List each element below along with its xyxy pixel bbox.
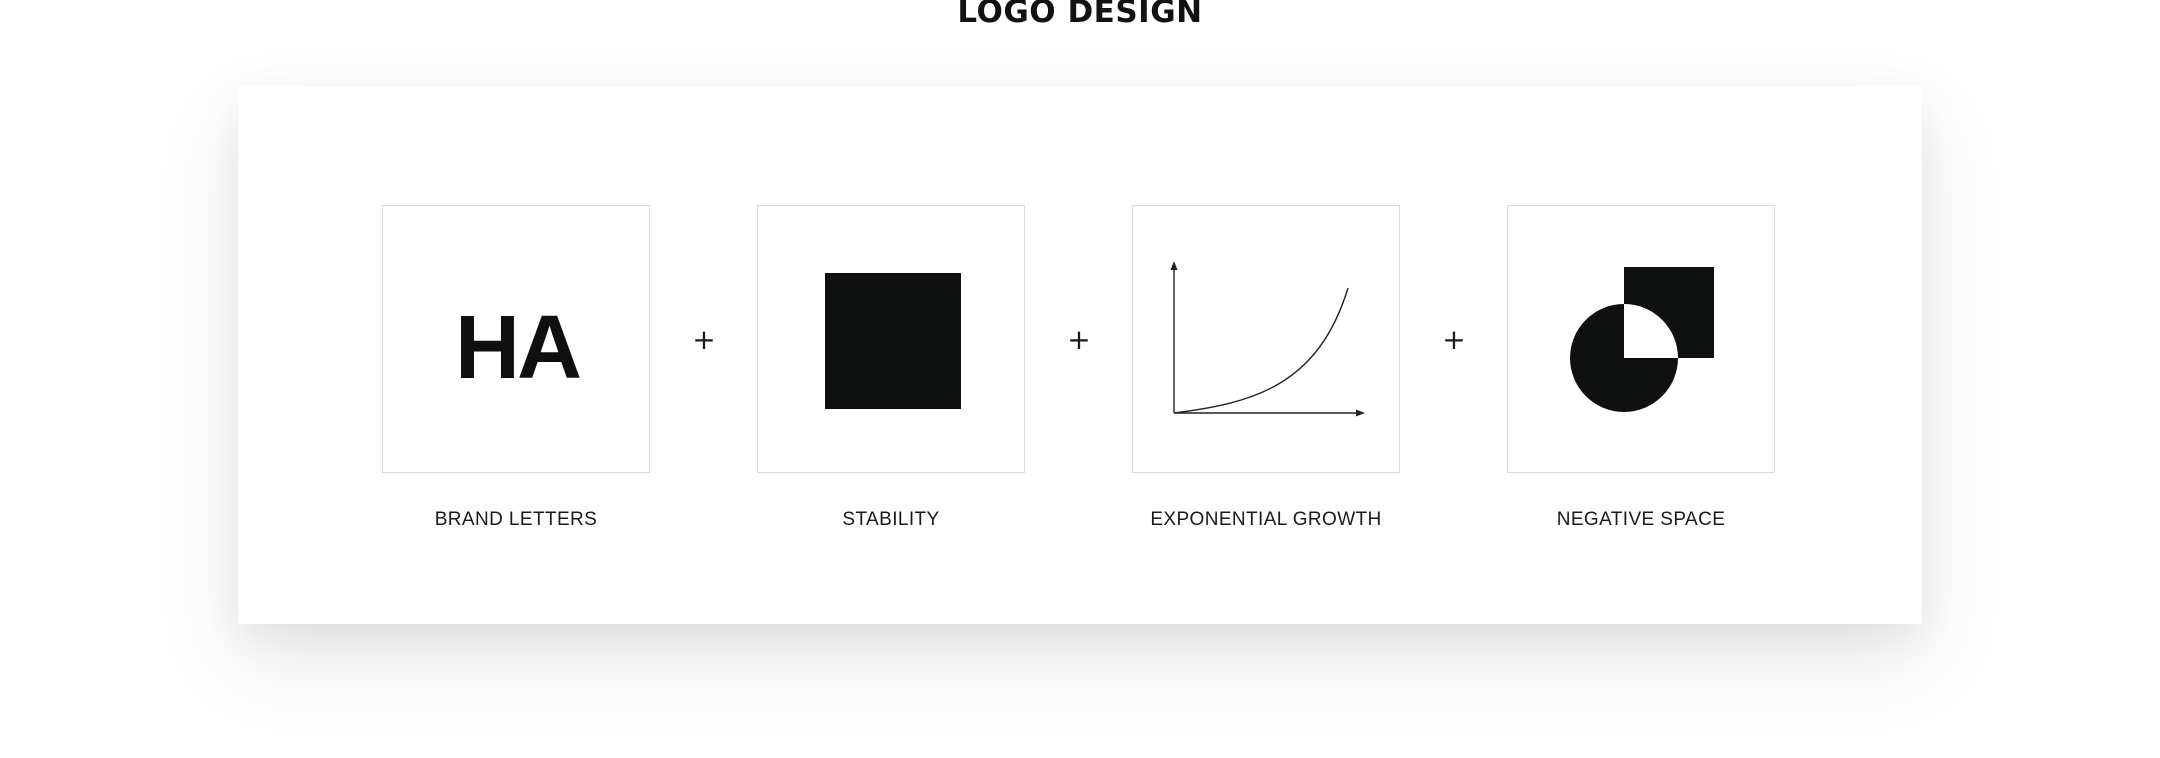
brand-letters-mark: HA [455, 298, 583, 398]
logo-concept-card: HA + + + BRAND LETTERS STABILITY EXPONEN… [238, 86, 1922, 624]
tile-brand-letters: HA [382, 205, 650, 473]
label-brand-letters: BRAND LETTERS [434, 509, 598, 530]
solid-square-icon [825, 273, 961, 409]
page-title: LOGO DESIGN [957, 0, 1203, 30]
label-exponential-growth: EXPONENTIAL GROWTH [1150, 509, 1382, 530]
label-negative-space: NEGATIVE SPACE [1556, 509, 1726, 530]
negative-space-icon [1570, 267, 1714, 412]
plus-operator-3: + [1442, 323, 1466, 356]
exponential-curve-icon [1170, 261, 1365, 417]
plus-operator-2: + [1067, 323, 1091, 356]
tile-negative-space [1507, 205, 1775, 473]
plus-operator-1: + [692, 323, 716, 356]
brand-letters-text: HA [455, 298, 580, 398]
label-stability: STABILITY [842, 509, 940, 530]
tile-exponential-growth [1132, 205, 1400, 473]
tile-stability [757, 205, 1025, 473]
